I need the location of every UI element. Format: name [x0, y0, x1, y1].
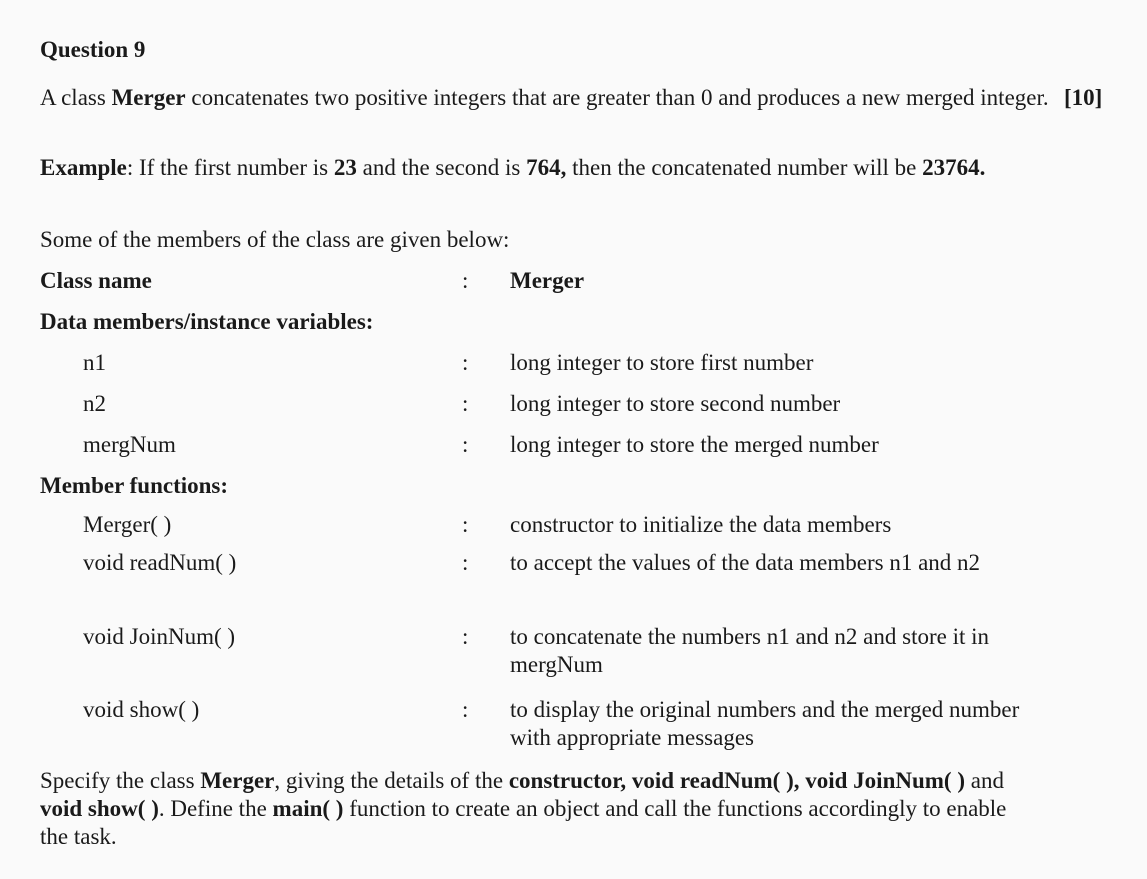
member-function-colon: :	[462, 624, 469, 649]
class-name-bold: Merger	[111, 85, 186, 110]
data-member-name: n2	[83, 391, 106, 416]
member-function-colon: :	[462, 512, 469, 537]
closing-text-2: , giving the details of the	[274, 768, 509, 793]
data-member-desc: long integer to store first number	[510, 350, 814, 375]
member-function-desc: to display the original numbers and the …	[510, 697, 1020, 750]
example-label: Example	[40, 155, 127, 180]
member-function-colon: :	[462, 697, 469, 722]
closing-main-function: main( )	[272, 796, 344, 821]
example-paragraph: Example: If the first number is 23 and t…	[40, 154, 1050, 182]
example-text-2: and the second is	[356, 155, 527, 180]
question-title: Question 9	[40, 37, 146, 62]
example-second-number: 764,	[526, 155, 567, 180]
member-function-name: void JoinNum( )	[83, 624, 236, 649]
class-name-label: Class name	[40, 268, 152, 293]
closing-text-3: and	[964, 768, 1004, 793]
closing-text-4: . Define the	[158, 796, 273, 821]
intro-text-1: A class	[40, 85, 112, 110]
class-name-colon: :	[462, 268, 469, 293]
closing-function-list: constructor, void readNum( ), void JoinN…	[508, 768, 965, 793]
data-member-name: mergNum	[83, 432, 176, 457]
member-function-colon: :	[462, 550, 469, 575]
closing-paragraph: Specify the class Merger, giving the det…	[40, 767, 1040, 851]
example-result: 23764.	[922, 155, 986, 180]
example-text-3: then the concatenated number will be	[566, 155, 923, 180]
member-function-name: Merger( )	[83, 512, 172, 537]
member-function-desc: constructor to initialize the data membe…	[510, 512, 892, 537]
closing-text-1: Specify the class	[40, 768, 201, 793]
example-text-1: : If the first number is	[126, 155, 334, 180]
intro-text-2: concatenates two positive integers that …	[185, 85, 1049, 110]
example-first-number: 23	[333, 155, 357, 180]
member-function-desc: to concatenate the numbers n1 and n2 and…	[510, 624, 990, 677]
closing-class-name: Merger	[200, 768, 275, 793]
question-page: Question 9 [10] A class Merger concatena…	[0, 0, 1147, 879]
data-member-colon: :	[462, 391, 469, 416]
closing-show-function: void show( )	[40, 796, 159, 821]
member-function-name: void show( )	[83, 697, 200, 722]
intro-paragraph: A class Merger concatenates two positive…	[40, 84, 1050, 112]
data-member-desc: long integer to store second number	[510, 391, 841, 416]
marks-badge: [10]	[1064, 85, 1103, 110]
member-function-desc: to accept the values of the data members…	[510, 550, 981, 575]
class-name-value: Merger	[510, 268, 585, 293]
data-member-desc: long integer to store the merged number	[510, 432, 879, 457]
member-function-name: void readNum( )	[83, 550, 237, 575]
member-functions-heading: Member functions:	[40, 473, 229, 498]
data-members-heading: Data members/instance variables:	[40, 309, 374, 334]
data-member-colon: :	[462, 432, 469, 457]
members-intro: Some of the members of the class are giv…	[40, 227, 510, 252]
data-member-name: n1	[83, 350, 106, 375]
data-member-colon: :	[462, 350, 469, 375]
